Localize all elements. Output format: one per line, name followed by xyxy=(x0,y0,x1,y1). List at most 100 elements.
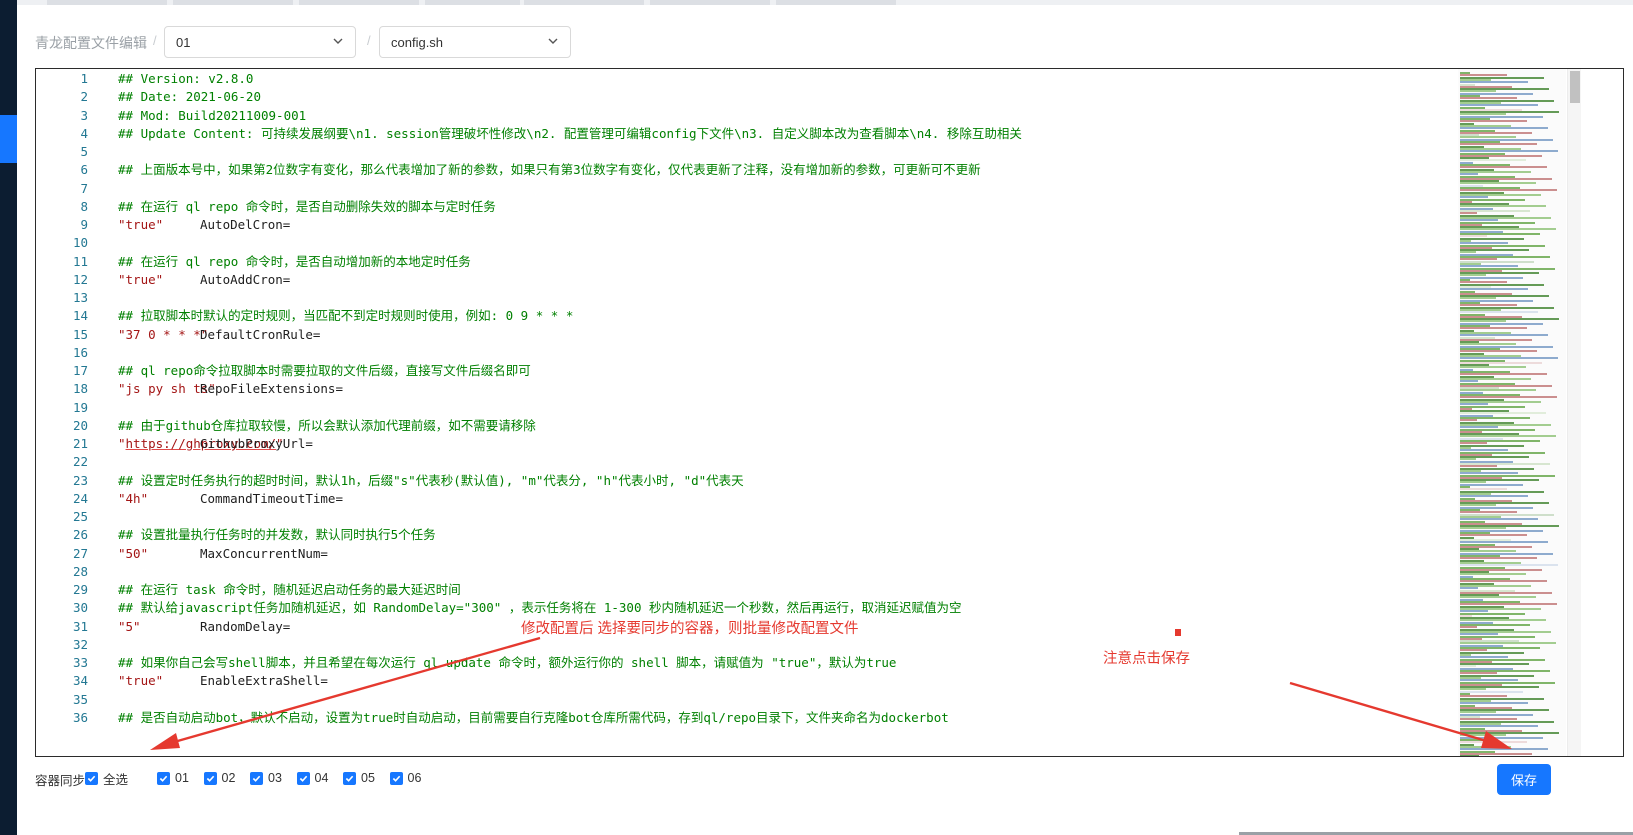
code-line[interactable]: 13 xyxy=(36,288,1496,307)
comment-token: ## 由于github仓库拉取较慢，所以会默认添加代理前缀，如不需要请移除 xyxy=(118,417,536,433)
checkbox-checked-icon xyxy=(343,771,356,785)
code-line[interactable]: 14 ## 拉取脚本时默认的定时规则，当匹配不到定时规则时使用，例如: 0 9 *… xyxy=(36,306,1496,325)
line-number: 15 xyxy=(72,326,88,342)
file-select-value: config.sh xyxy=(391,35,444,50)
line-text: DefaultCronRule= "37 0 * * *" xyxy=(118,325,320,344)
identifier-token: CommandTimeoutTime= xyxy=(200,490,343,506)
annotation-sync-hint: 修改配置后 选择要同步的容器，则批量修改配置文件 xyxy=(521,621,859,637)
editor-minimap[interactable] xyxy=(1458,69,1566,756)
code-line[interactable]: 24 CommandTimeoutTime= "4h" xyxy=(36,489,1496,508)
select-all-label: 全选 xyxy=(103,772,129,787)
line-number: 28 xyxy=(72,563,88,579)
code-line[interactable]: 1 ## Version: v2.8.0 xyxy=(36,69,1496,88)
string-token: "true" xyxy=(118,673,164,689)
code-line[interactable]: 25 xyxy=(36,507,1496,526)
code-line[interactable]: 23 ## 设置定时任务执行的超时时间，默认1h，后缀"s"代表秒(默认值), "… xyxy=(36,471,1496,490)
code-line[interactable]: 34 EnableExtraShell= "true" xyxy=(36,671,1496,690)
comment-token: ## 在运行 ql repo 命令时，是否自动增加新的本地定时任务 xyxy=(118,253,471,269)
code-line[interactable]: 5 xyxy=(36,142,1496,161)
line-text: ## ql repo命令拉取脚本时需要拉取的文件后缀，直接写文件后缀名即可 xyxy=(118,361,531,380)
line-text: AutoAddCron= "true" xyxy=(118,270,290,289)
container-checkbox-01[interactable]: 01 xyxy=(157,770,189,786)
code-line[interactable]: 2 ## Date: 2021-06-20 xyxy=(36,87,1496,106)
line-number: 5 xyxy=(80,144,88,159)
code-line[interactable]: 17 ## ql repo命令拉取脚本时需要拉取的文件后缀，直接写文件后缀名即可 xyxy=(36,361,1496,380)
line-text: ## Mod: Build20211009-001 xyxy=(118,106,306,125)
code-line[interactable]: 20 ## 由于github仓库拉取较慢，所以会默认添加代理前缀，如不需要请移除 xyxy=(36,416,1496,435)
code-line[interactable]: 11 ## 在运行 ql repo 命令时，是否自动增加新的本地定时任务 xyxy=(36,252,1496,271)
line-text: RandomDelay= "5" xyxy=(118,617,290,636)
editor-scrollbar[interactable] xyxy=(1567,69,1581,756)
save-button[interactable]: 保存 xyxy=(1497,764,1551,795)
checkbox-checked-icon xyxy=(85,771,98,785)
string-token: "37 0 * * *" xyxy=(118,326,209,342)
code-line[interactable]: 6 ## 上面版本号中，如果第2位数字有变化，那么代表增加了新的参数，如果只有第3… xyxy=(36,160,1496,179)
code-line[interactable]: 9 AutoDelCron= "true" xyxy=(36,215,1496,234)
tab[interactable] xyxy=(299,0,419,5)
line-text: ## 上面版本号中，如果第2位数字有变化，那么代表增加了新的参数，如果只有第3位… xyxy=(118,160,981,179)
annotation-save-hint: 注意点击保存 xyxy=(1103,651,1190,667)
code-line[interactable]: 33 ## 如果你自己会写shell脚本，并且希望在每次运行 ql update … xyxy=(36,653,1496,672)
line-number: 23 xyxy=(72,472,88,488)
line-text: AutoDelCron= "true" xyxy=(118,215,290,234)
code-line[interactable]: 22 xyxy=(36,452,1496,471)
code-line[interactable]: 21 GithubProxyUrl= "https://ghproxy.com/" xyxy=(36,434,1496,453)
line-number: 9 xyxy=(80,217,88,232)
identifier-token: AutoDelCron= xyxy=(200,217,291,232)
line-text: ## 在运行 ql repo 命令时，是否自动增加新的本地定时任务 xyxy=(118,252,471,271)
container-checkbox-label: 05 xyxy=(361,771,375,785)
line-number: 10 xyxy=(72,235,88,251)
code-line[interactable]: 15 DefaultCronRule= "37 0 * * *" xyxy=(36,325,1496,344)
line-number: 25 xyxy=(72,509,88,524)
scrollbar-thumb[interactable] xyxy=(1570,71,1580,103)
line-number: 21 xyxy=(72,436,88,451)
container-checkbox-03[interactable]: 03 xyxy=(250,770,282,786)
code-line[interactable]: 7 xyxy=(36,179,1496,198)
code-line[interactable]: 26 ## 设置批量执行任务时的并发数，默认同时执行5个任务 xyxy=(36,525,1496,544)
tab[interactable] xyxy=(173,0,293,5)
string-token: " xyxy=(118,436,126,451)
code-line[interactable]: 29 ## 在运行 task 命令时，随机延迟启动任务的最大延迟时间 xyxy=(36,580,1496,599)
code-line[interactable]: 19 xyxy=(36,398,1496,417)
code-line[interactable]: 3 ## Mod: Build20211009-001 xyxy=(36,106,1496,125)
line-number: 11 xyxy=(72,253,88,269)
code-line[interactable]: 35 xyxy=(36,690,1496,709)
line-text: ## 由于github仓库拉取较慢，所以会默认添加代理前缀，如不需要请移除 xyxy=(118,416,536,435)
file-select[interactable]: config.sh xyxy=(379,26,571,58)
identifier-token: EnableExtraShell= xyxy=(200,673,328,689)
code-line[interactable]: 4 ## Update Content: 可持续发展纲要\n1. session管… xyxy=(36,124,1496,143)
line-number: 19 xyxy=(72,399,88,415)
code-line[interactable]: 12 AutoAddCron= "true" xyxy=(36,270,1496,289)
line-text: CommandTimeoutTime= "4h" xyxy=(118,489,343,508)
tab[interactable] xyxy=(47,0,167,5)
code-line[interactable]: 36 ## 是否自动启动bot，默认不启动，设置为true时自动启动，目前需要自行… xyxy=(36,708,1496,727)
tab[interactable] xyxy=(524,0,644,5)
tab[interactable] xyxy=(650,0,770,5)
code-line[interactable]: 27 MaxConcurrentNum= "50" xyxy=(36,544,1496,563)
line-number: 20 xyxy=(72,417,88,433)
line-number: 14 xyxy=(72,308,88,324)
code-line[interactable]: 30 ## 默认给javascript任务加随机延迟，如 RandomDelay=… xyxy=(36,598,1496,617)
container-select[interactable]: 01 xyxy=(164,26,356,58)
container-checkbox-06[interactable]: 06 xyxy=(389,770,421,786)
container-checkbox-05[interactable]: 05 xyxy=(343,770,375,786)
comment-token: ## 上面版本号中，如果第2位数字有变化，那么代表增加了新的参数，如果只有第3位… xyxy=(118,162,981,178)
code-line[interactable]: 18 RepoFileExtensions= "js py sh ts" xyxy=(36,379,1496,398)
container-checkbox-02[interactable]: 02 xyxy=(203,770,235,786)
line-number: 36 xyxy=(72,709,88,725)
code-line[interactable]: 28 xyxy=(36,562,1496,581)
code-editor[interactable]: 1 ## Version: v2.8.0 2 ## Date: 2021-06-20 3… xyxy=(35,68,1624,757)
tab[interactable] xyxy=(425,0,520,5)
code-lines[interactable]: 1 ## Version: v2.8.0 2 ## Date: 2021-06-20 3… xyxy=(36,69,1496,756)
code-line[interactable]: 10 xyxy=(36,233,1496,252)
comment-token: ## 拉取脚本时默认的定时规则，当匹配不到定时规则时使用，例如: 0 9 * *… xyxy=(118,308,574,324)
sidebar-active-item[interactable] xyxy=(0,115,17,163)
code-line[interactable]: 8 ## 在运行 ql repo 命令时，是否自动删除失效的脚本与定时任务 xyxy=(36,197,1496,216)
string-token: "true" xyxy=(118,271,164,287)
select-all-checkbox[interactable]: 全选 xyxy=(85,770,129,787)
code-line[interactable]: 16 xyxy=(36,343,1496,362)
line-text: ## 在运行 ql repo 命令时，是否自动删除失效的脚本与定时任务 xyxy=(118,197,496,216)
editor-toolbar: 青龙配置文件编辑 / 01 / config.sh xyxy=(17,26,917,58)
container-checkbox-04[interactable]: 04 xyxy=(296,770,328,786)
tab[interactable] xyxy=(776,0,896,5)
